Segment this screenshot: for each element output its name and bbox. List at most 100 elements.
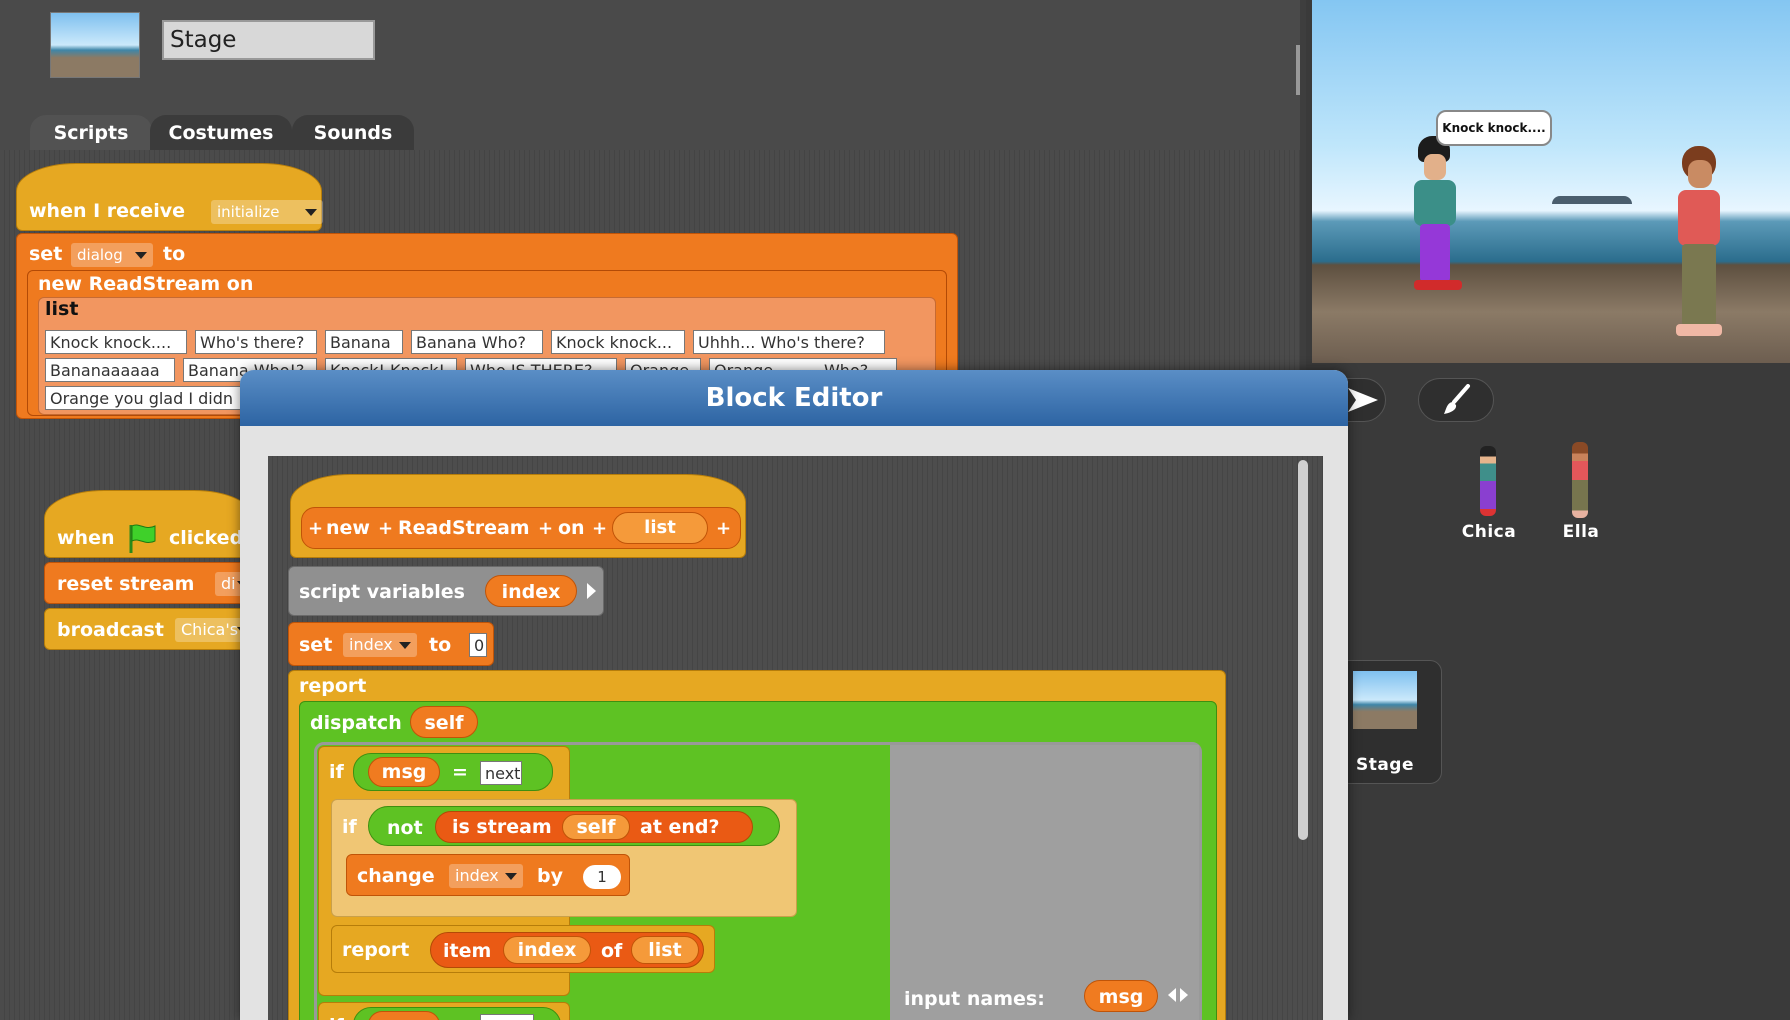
proto-plus[interactable]: + xyxy=(308,518,323,539)
item-label: item xyxy=(443,940,492,962)
chica-sprite[interactable] xyxy=(1404,136,1464,296)
param-list[interactable]: list xyxy=(612,512,708,544)
not-predicate[interactable]: not is stream self at end? xyxy=(368,806,780,846)
report-label: report xyxy=(299,675,367,697)
msg-var[interactable]: msg xyxy=(368,1011,440,1020)
block-editor-dialog: Block Editor + new + ReadStream + on + l… xyxy=(240,370,1348,1020)
when-i-receive-hat[interactable]: when I receive initialize xyxy=(16,163,323,231)
of-label: of xyxy=(601,940,623,962)
block-editor-title[interactable]: Block Editor xyxy=(240,370,1348,426)
dispatch-label: dispatch xyxy=(310,712,402,734)
chica-face xyxy=(1424,154,1446,180)
equals-predicate[interactable]: msg = next xyxy=(353,753,553,791)
list-item[interactable]: Banana xyxy=(325,330,403,354)
message-dropdown[interactable]: initialize xyxy=(211,200,323,224)
input-names-label: input names: xyxy=(904,988,1045,1010)
scroll-thumb[interactable] xyxy=(1296,45,1300,95)
not-label: not xyxy=(387,817,423,839)
input-names-area xyxy=(890,745,1199,1020)
reset-stream-block[interactable]: reset stream di xyxy=(44,562,255,604)
proto-plus[interactable]: + xyxy=(716,518,731,539)
proto-plus[interactable]: + xyxy=(592,518,607,539)
next-input[interactable]: next xyxy=(480,761,522,785)
equals-predicate[interactable]: msg = reset xyxy=(353,1007,561,1020)
clicked-label: clicked xyxy=(169,527,244,549)
editor-scrollbar[interactable] xyxy=(1298,460,1308,840)
nested-if-block[interactable]: if not is stream self at end? change ind… xyxy=(331,799,797,917)
list-label: list xyxy=(45,298,79,320)
at-end-label: at end? xyxy=(640,816,720,838)
report-item-block[interactable]: report item index of list xyxy=(331,925,715,973)
ella-body xyxy=(1678,190,1720,246)
if-label: if xyxy=(342,816,357,838)
if-next-block[interactable]: if msg = next if not is stream self at e… xyxy=(318,746,797,996)
sprite-bar: Stage Scripts Costumes Sounds xyxy=(0,0,1300,150)
list-item[interactable]: Bananaaaaaa xyxy=(45,358,175,382)
arrow-right-icon[interactable] xyxy=(1180,988,1188,1002)
tab-scripts[interactable]: Scripts xyxy=(30,115,152,150)
report-label: report xyxy=(342,939,410,961)
item-index-var[interactable]: index xyxy=(503,936,591,964)
equals-sign: = xyxy=(452,761,468,783)
broadcast-label: broadcast xyxy=(57,619,164,641)
prototype-hat[interactable]: + new + ReadStream + on + list + xyxy=(290,474,746,558)
input-msg-var[interactable]: msg xyxy=(1084,980,1158,1012)
list-item[interactable]: Who's there? xyxy=(195,330,317,354)
reset-input[interactable]: reset xyxy=(480,1014,534,1020)
sprite-icon-ella[interactable] xyxy=(1550,440,1610,526)
proto-new: new xyxy=(326,517,370,539)
sprite-label-chica: Chica xyxy=(1461,522,1517,542)
variable-dropdown[interactable]: dialog xyxy=(71,243,153,267)
ella-face xyxy=(1688,160,1712,188)
proto-plus[interactable]: + xyxy=(538,518,553,539)
set-value-input[interactable]: 0 xyxy=(469,633,487,657)
stage-thumbnail xyxy=(50,12,140,78)
block-editor-canvas[interactable]: + new + ReadStream + on + list + script … xyxy=(268,456,1323,1020)
change-index-block[interactable]: change index by 1 xyxy=(346,854,630,896)
list-item[interactable]: Orange you glad I didn xyxy=(45,386,255,410)
ella-sprite[interactable] xyxy=(1664,146,1730,346)
list-item[interactable]: Uhhh... Who's there? xyxy=(693,330,885,354)
list-item[interactable]: Knock knock.... xyxy=(45,330,187,354)
self-var[interactable]: self xyxy=(410,706,478,738)
set-var-dropdown[interactable]: index xyxy=(343,633,417,657)
item-list-var[interactable]: list xyxy=(631,936,699,964)
ella-legs xyxy=(1682,244,1716,326)
change-value-input[interactable]: 1 xyxy=(583,865,621,889)
ella-thumbnail xyxy=(1572,442,1588,518)
new-readstream-label: new ReadStream on xyxy=(38,273,254,295)
speech-bubble: Knock knock.... xyxy=(1436,110,1552,146)
when-label: when xyxy=(57,527,115,549)
hat-label: when I receive xyxy=(29,200,185,222)
msg-var[interactable]: msg xyxy=(368,757,440,787)
stage-icon-thumbnail xyxy=(1353,671,1417,729)
sprite-icon-chica[interactable] xyxy=(1458,440,1518,526)
self-var[interactable]: self xyxy=(562,814,630,840)
set-index-block[interactable]: set index to 0 xyxy=(288,622,494,666)
sprite-name-field[interactable]: Stage xyxy=(162,20,375,60)
arrow-left-icon[interactable] xyxy=(1168,988,1176,1002)
paintbrush-icon xyxy=(1444,384,1470,414)
when-flag-clicked-hat[interactable]: when clicked xyxy=(44,490,254,558)
if-label: if xyxy=(329,1015,344,1020)
proto-plus[interactable]: + xyxy=(378,518,393,539)
change-var-dropdown[interactable]: index xyxy=(449,864,523,888)
script-variables-block[interactable]: script variables index xyxy=(288,566,604,616)
proto-readstream: ReadStream xyxy=(398,517,530,539)
arrow-right-icon[interactable] xyxy=(587,583,596,599)
is-stream-predicate[interactable]: is stream self at end? xyxy=(435,811,753,843)
report-block[interactable]: report dispatch self input names: msg if… xyxy=(288,670,1226,1020)
if-reset-block[interactable]: if msg = reset xyxy=(318,1002,570,1020)
list-item[interactable]: Banana Who? xyxy=(411,330,543,354)
broadcast-block[interactable]: broadcast Chica's xyxy=(44,608,255,650)
tab-costumes[interactable]: Costumes xyxy=(150,115,292,150)
equals-sign: = xyxy=(452,1014,468,1020)
item-reporter[interactable]: item index of list xyxy=(430,932,704,968)
dispatch-reporter[interactable]: dispatch self input names: msg if msg = … xyxy=(299,701,1217,1020)
stage-view[interactable]: Knock knock.... xyxy=(1312,0,1790,363)
tab-sounds[interactable]: Sounds xyxy=(292,115,414,150)
var-index[interactable]: index xyxy=(485,575,577,607)
prototype-block[interactable]: + new + ReadStream + on + list + xyxy=(301,507,741,549)
list-item[interactable]: Knock knock... xyxy=(551,330,685,354)
ella-shoes xyxy=(1676,324,1722,336)
